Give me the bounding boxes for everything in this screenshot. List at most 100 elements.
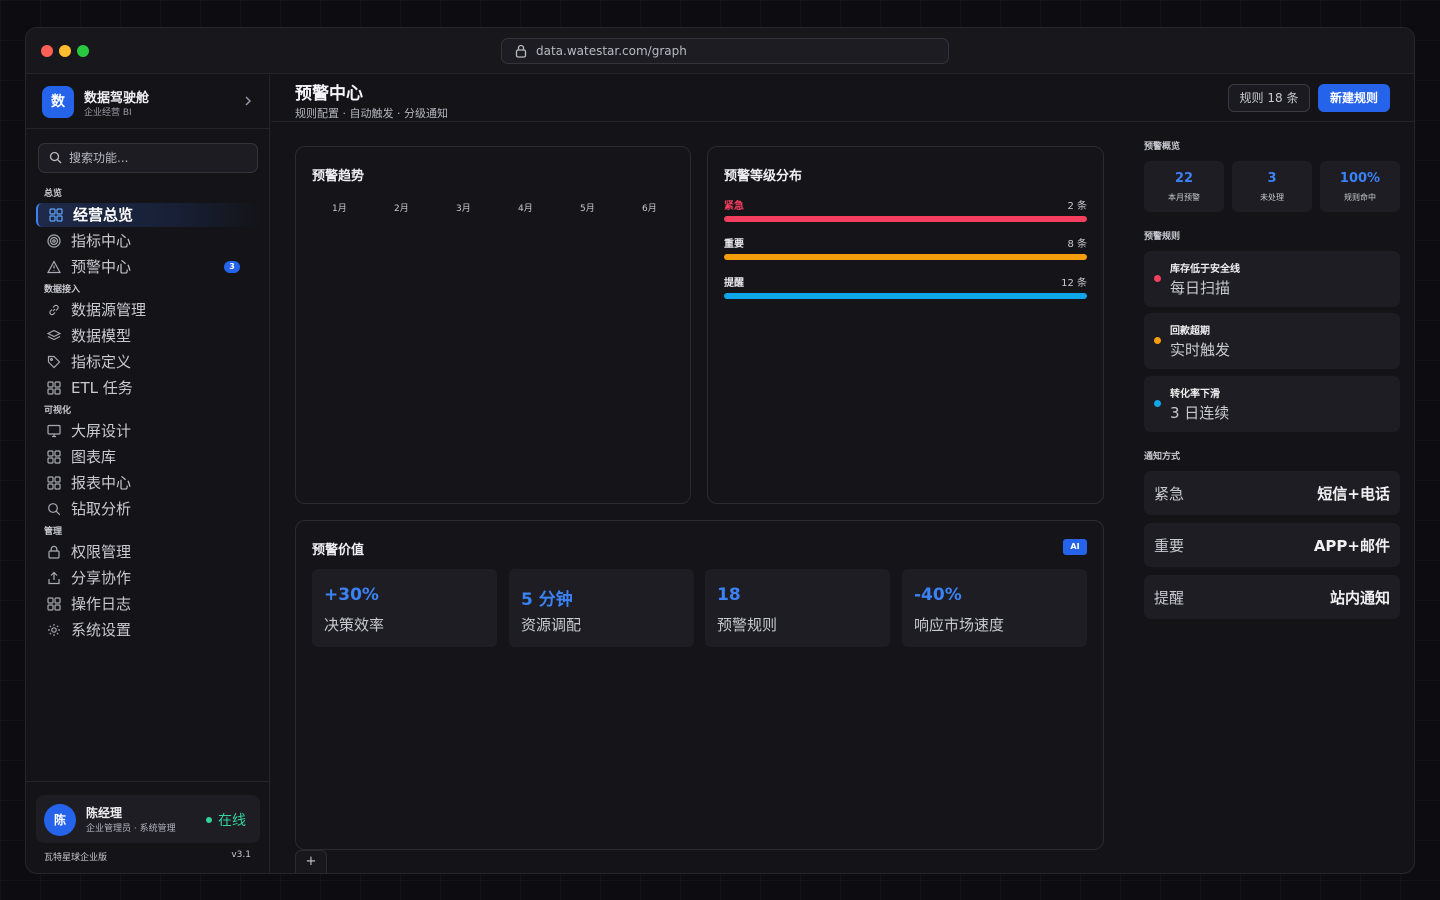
sidebar-item[interactable]: ETL 任务 — [36, 376, 262, 400]
notify-level: 提醒 — [1154, 589, 1185, 607]
stat-label: 本月预警 — [1168, 193, 1200, 202]
value-metric: +30% 决策效率 — [312, 569, 497, 647]
rule-item[interactable]: 转化率下滑 3 日连续 — [1144, 376, 1400, 432]
notify-channel: 站内通知 — [1329, 589, 1390, 607]
lock-icon — [515, 44, 527, 58]
stat-label: 规则命中 — [1344, 193, 1376, 202]
sidebar-item[interactable]: 系统设置 — [36, 618, 262, 642]
sidebar-item[interactable]: 钻取分析 — [36, 497, 262, 521]
page-header: 预警中心 规则配置 · 自动触发 · 分级通知 规则 18 条 新建规则 — [271, 75, 1414, 122]
value-number: +30% — [324, 585, 379, 605]
level-name: 紧急 — [724, 201, 744, 212]
stat-number: 100% — [1339, 171, 1381, 186]
month-label: 1月 — [332, 204, 347, 214]
sidebar-item[interactable]: 经营总览 — [36, 203, 262, 227]
rules-count-button[interactable]: 规则 18 条 — [1228, 84, 1310, 112]
layers-icon — [47, 329, 61, 341]
edition-label: 瓦特星球企业版 — [44, 853, 108, 863]
new-rule-button[interactable]: 新建规则 — [1318, 84, 1390, 112]
stat-number: 22 — [1174, 171, 1194, 186]
sidebar-item[interactable]: 数据模型 — [36, 324, 262, 348]
sidebar-item-label: 分享协作 — [71, 569, 132, 587]
month-label: 3月 — [456, 204, 471, 214]
value-metric: 5 分钟 资源调配 — [509, 569, 694, 647]
level-bar — [724, 216, 1087, 222]
sidebar-item[interactable]: 操作日志 — [36, 592, 262, 616]
sidebar-section-label: 总览 — [44, 189, 63, 199]
notify-channel: APP+邮件 — [1313, 537, 1390, 555]
stat-number: 3 — [1267, 171, 1277, 186]
share-icon — [48, 571, 60, 585]
close-window-button[interactable] — [41, 45, 53, 57]
level-bar — [724, 254, 1087, 260]
grid-icon — [47, 597, 61, 611]
sidebar-item[interactable]: 预警中心 3 — [36, 255, 262, 279]
notify-item[interactable]: 提醒 站内通知 — [1144, 575, 1400, 619]
sidebar-item[interactable]: 权限管理 — [36, 540, 262, 564]
sidebar-section-label: 数据接入 — [44, 285, 81, 295]
sidebar-item[interactable]: 分享协作 — [36, 566, 262, 590]
user-card[interactable]: 陈 陈经理 企业管理员 · 系统管理 在线 — [36, 795, 260, 843]
warning-icon — [47, 260, 61, 274]
target-icon — [47, 234, 61, 248]
chevron-right-icon — [245, 96, 251, 106]
sidebar-item[interactable]: 指标定义 — [36, 350, 262, 374]
sidebar-item-label: 数据模型 — [71, 327, 132, 345]
ai-badge[interactable]: AI — [1063, 539, 1087, 555]
brand-logo: 数 — [42, 86, 74, 118]
notify-label: 通知方式 — [1144, 452, 1181, 462]
month-label: 6月 — [642, 204, 657, 214]
sidebar-item[interactable]: 图表库 — [36, 445, 262, 469]
sidebar-section-label: 管理 — [44, 527, 63, 537]
sidebar-item[interactable]: 指标中心 — [36, 229, 262, 253]
notify-item[interactable]: 紧急 短信+电话 — [1144, 471, 1400, 515]
version-label: v3.1 — [231, 850, 251, 860]
sidebar-item[interactable]: 大屏设计 — [36, 419, 262, 443]
sidebar-item-label: 钻取分析 — [71, 500, 132, 518]
stat-card: 22 本月预警 — [1144, 161, 1224, 212]
overview-label: 预警概览 — [1144, 142, 1181, 152]
sidebar-section-label: 可视化 — [44, 406, 72, 416]
minimize-window-button[interactable] — [59, 45, 71, 57]
notify-item[interactable]: 重要 APP+邮件 — [1144, 523, 1400, 567]
sidebar-item-label: 系统设置 — [71, 621, 132, 639]
rule-name: 库存低于安全线 — [1170, 264, 1240, 275]
title-bar: data.watestar.com/graph — [26, 28, 1414, 74]
value-title: 预警价值 — [312, 543, 365, 558]
stat-card: 3 未处理 — [1232, 161, 1312, 212]
rule-desc: 实时触发 — [1170, 341, 1231, 359]
rule-item[interactable]: 回款超期 实时触发 — [1144, 313, 1400, 369]
sidebar: 数 数据驾驶舱 企业经营 BI 搜索功能... 总览 经营总览指标中心 预警中心 3 数… — [26, 75, 270, 873]
level-label: 重要 — [724, 239, 744, 250]
user-name: 陈经理 — [86, 806, 123, 820]
sidebar-item[interactable]: 数据源管理 — [36, 298, 262, 322]
rule-item[interactable]: 库存低于安全线 每日扫描 — [1144, 251, 1400, 307]
divider — [26, 781, 270, 782]
notify-level: 紧急 — [1154, 485, 1185, 503]
value-metric: 18 预警规则 — [705, 569, 890, 647]
tag-icon — [47, 355, 61, 369]
rule-name: 转化率下滑 — [1170, 389, 1220, 400]
brand-switcher[interactable]: 数 数据驾驶舱 企业经营 BI — [26, 75, 270, 129]
page-title: 预警中心 — [295, 84, 363, 104]
add-tab-button[interactable]: + — [295, 850, 327, 873]
value-label: 响应市场速度 — [914, 616, 1005, 634]
status-dot — [1154, 400, 1161, 407]
search-input[interactable]: 搜索功能... — [38, 143, 258, 173]
value-number: 5 分钟 — [521, 590, 573, 610]
level-distribution-card: 预警等级分布 紧急 2 条 重要 8 条 提醒 12 条 — [707, 146, 1104, 504]
grid-icon — [47, 450, 61, 464]
value-label: 决策效率 — [324, 616, 385, 634]
alert-value-card: 预警价值 AI +30% 决策效率 5 分钟 资源调配 18 预警规则 -40%… — [295, 520, 1104, 850]
sidebar-item-label: 经营总览 — [73, 206, 134, 224]
user-role: 企业管理员 · 系统管理 — [86, 824, 176, 834]
level-label: 提醒 — [724, 278, 744, 289]
maximize-window-button[interactable] — [77, 45, 89, 57]
search-placeholder: 搜索功能... — [69, 151, 129, 165]
level-bar — [724, 293, 1087, 299]
sidebar-item-label: 报表中心 — [71, 474, 132, 492]
online-status: 在线 — [206, 810, 246, 830]
value-number: -40% — [914, 585, 962, 605]
sidebar-item[interactable]: 报表中心 — [36, 471, 262, 495]
address-bar[interactable]: data.watestar.com/graph — [501, 38, 949, 64]
